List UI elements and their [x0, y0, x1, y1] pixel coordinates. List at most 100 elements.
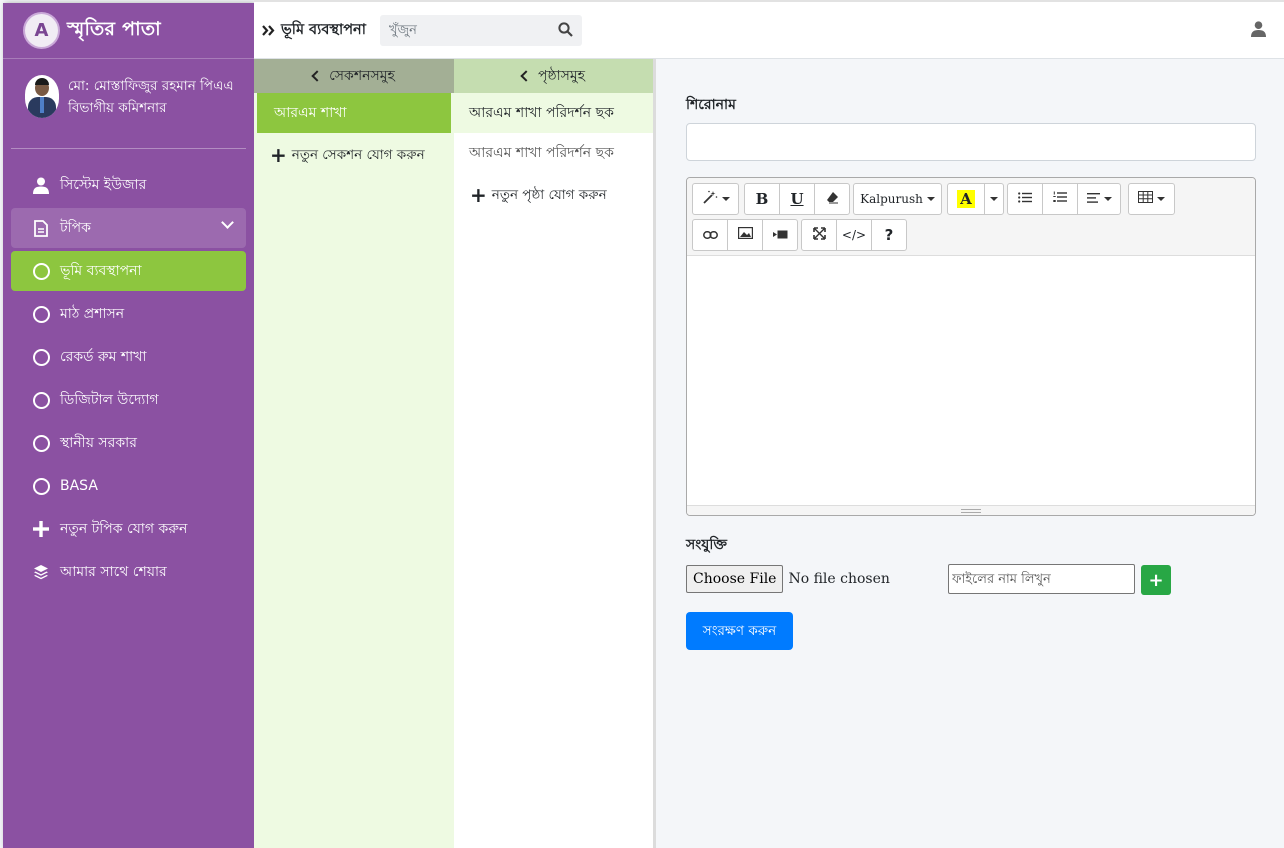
image-icon [737, 227, 753, 243]
user-panel[interactable]: মো: মোস্তাফিজুর রহমান পিএএ বিভাগীয় কমিশ… [11, 59, 246, 149]
sidebar-item-digital[interactable]: ডিজিটাল উদ্যোগ [11, 380, 246, 420]
page-item[interactable]: আরএম শাখা পরিদর্শন ছক [454, 133, 653, 173]
search-icon[interactable] [558, 22, 573, 41]
layers-icon [32, 563, 50, 581]
ordered-list-icon [1053, 191, 1067, 207]
sidebar-item-topic[interactable]: টপিক [11, 208, 246, 248]
underline-button[interactable]: U [779, 183, 815, 215]
video-button[interactable] [762, 219, 798, 251]
add-page-button[interactable]: + নতুন পৃষ্ঠা যোগ করুন [454, 173, 653, 217]
sections-header[interactable]: সেকশনসমুহ [254, 59, 454, 93]
circle-icon [32, 477, 50, 495]
editor-panel: শিরোনাম B U Kalpurush A </> ? সংযুক্তি C… [659, 59, 1284, 848]
choose-file-button[interactable]: Choose File [686, 565, 784, 593]
code-view-button[interactable]: </> [836, 219, 872, 251]
sidebar-item-shared[interactable]: আমার সাথে শেয়ার [11, 552, 246, 592]
magic-style-button[interactable] [692, 183, 739, 215]
pages-header[interactable]: পৃষ্ঠাসমুহ [454, 59, 653, 93]
add-attachment-button[interactable]: + [1141, 565, 1171, 595]
user-name: মো: মোস্তাফিজুর রহমান পিএএ [68, 78, 234, 94]
plus-icon: + [470, 183, 487, 207]
video-icon [772, 228, 788, 243]
sidebar-item-label: ডিজিটাল উদ্যোগ [60, 392, 159, 408]
sidebar-item-label: সিস্টেম ইউজার [60, 177, 147, 193]
search-input[interactable] [380, 15, 550, 46]
sidebar-item-record-room[interactable]: রেকর্ড রুম শাখা [11, 337, 246, 377]
color-dropdown-button[interactable] [984, 183, 1004, 215]
file-input: Choose File No file chosen [686, 564, 890, 594]
link-button[interactable] [692, 219, 728, 251]
sidebar: A স্মৃতির পাতা মো: মোস্তাফিজুর রহমান পিএ… [3, 3, 254, 848]
sidebar-item-label: আমার সাথে শেয়ার [60, 564, 167, 580]
editor-resize-handle[interactable] [687, 505, 1255, 515]
link-icon [702, 228, 718, 243]
attachment-label: সংযুক্তি [686, 537, 727, 553]
sidebar-nav: সিস্টেম ইউজার টপিক ভূমি ব্যবস্থাপনা মাঠ … [3, 165, 254, 592]
sidebar-item-add-topic[interactable]: নতুন টপিক যোগ করুন [11, 509, 246, 549]
user-icon [32, 176, 50, 194]
user-menu-icon[interactable] [1251, 21, 1266, 41]
sidebar-item-local-gov[interactable]: স্থানীয় সরকার [11, 423, 246, 463]
text-color-button[interactable]: A [947, 183, 985, 215]
circle-icon [32, 434, 50, 452]
ordered-list-button[interactable] [1042, 183, 1078, 215]
font-family-select[interactable]: Kalpurush [853, 183, 942, 215]
sidebar-item-label: ভূমি ব্যবস্থাপনা [60, 263, 142, 279]
search-box [380, 15, 582, 46]
circle-icon [32, 305, 50, 323]
section-item[interactable]: আরএম শাখা [257, 93, 451, 133]
rich-text-editor: B U Kalpurush A </> ? [686, 177, 1256, 516]
sidebar-item-basa[interactable]: BASA [11, 466, 246, 506]
filename-input[interactable] [948, 564, 1135, 594]
image-button[interactable] [727, 219, 763, 251]
sections-panel: সেকশনসমুহ আরএম শাখা + নতুন সেকশন যোগ করু… [254, 59, 454, 848]
magic-wand-icon [702, 190, 718, 208]
help-button[interactable]: ? [871, 219, 907, 251]
avatar [25, 75, 59, 118]
breadcrumb: ভূমি ব্যবস্থাপনা [262, 19, 366, 43]
chevron-left-icon [520, 70, 532, 82]
title-label: শিরোনাম [686, 97, 736, 113]
eraser-button[interactable] [814, 183, 850, 215]
unordered-list-button[interactable] [1007, 183, 1043, 215]
user-role: বিভাগীয় কমিশনার [68, 100, 167, 116]
add-section-button[interactable]: + নতুন সেকশন যোগ করুন [254, 133, 454, 177]
editor-content[interactable] [687, 256, 1255, 506]
sidebar-item-field-admin[interactable]: মাঠ প্রশাসন [11, 294, 246, 334]
chevron-down-icon [221, 216, 234, 229]
sidebar-item-label: নতুন টপিক যোগ করুন [60, 521, 188, 537]
plus-icon [32, 520, 50, 538]
sidebar-item-land-management[interactable]: ভূমি ব্যবস্থাপনা [11, 251, 246, 291]
bold-button[interactable]: B [744, 183, 780, 215]
unordered-list-icon [1018, 191, 1032, 207]
chevron-left-icon [311, 70, 323, 82]
sidebar-item-label: BASA [60, 478, 98, 494]
fullscreen-button[interactable] [801, 219, 837, 251]
brand-logo: A [25, 14, 58, 47]
editor-toolbar: B U Kalpurush A </> ? [687, 178, 1255, 256]
page-item[interactable]: আরএম শাখা পরিদর্শন ছক [454, 93, 653, 133]
sidebar-item-label: টপিক [60, 220, 91, 236]
title-input[interactable] [686, 123, 1256, 161]
table-icon [1138, 191, 1153, 207]
brand[interactable]: A স্মৃতির পাতা [3, 3, 254, 59]
sidebar-item-label: স্থানীয় সরকার [60, 435, 137, 451]
paragraph-align-button[interactable] [1077, 183, 1121, 215]
file-status: No file chosen [788, 571, 890, 587]
pages-panel: পৃষ্ঠাসমুহ আরএম শাখা পরিদর্শন ছক আরএম শা… [454, 59, 656, 848]
double-chevron-right-icon [262, 22, 275, 40]
brand-title: স্মৃতির পাতা [67, 17, 161, 40]
eraser-icon [826, 191, 839, 208]
text-color-icon: A [957, 190, 975, 208]
page-title: ভূমি ব্যবস্থাপনা [281, 22, 366, 38]
table-button[interactable] [1128, 183, 1175, 215]
circle-icon [32, 391, 50, 409]
file-icon [32, 219, 50, 237]
save-button[interactable]: সংরক্ষণ করুন [686, 612, 793, 650]
plus-icon: + [270, 143, 287, 167]
sidebar-item-label: মাঠ প্রশাসন [60, 306, 125, 322]
circle-icon [32, 348, 50, 366]
circle-icon [32, 262, 50, 280]
sidebar-item-label: রেকর্ড রুম শাখা [60, 349, 147, 365]
sidebar-item-system-user[interactable]: সিস্টেম ইউজার [11, 165, 246, 205]
